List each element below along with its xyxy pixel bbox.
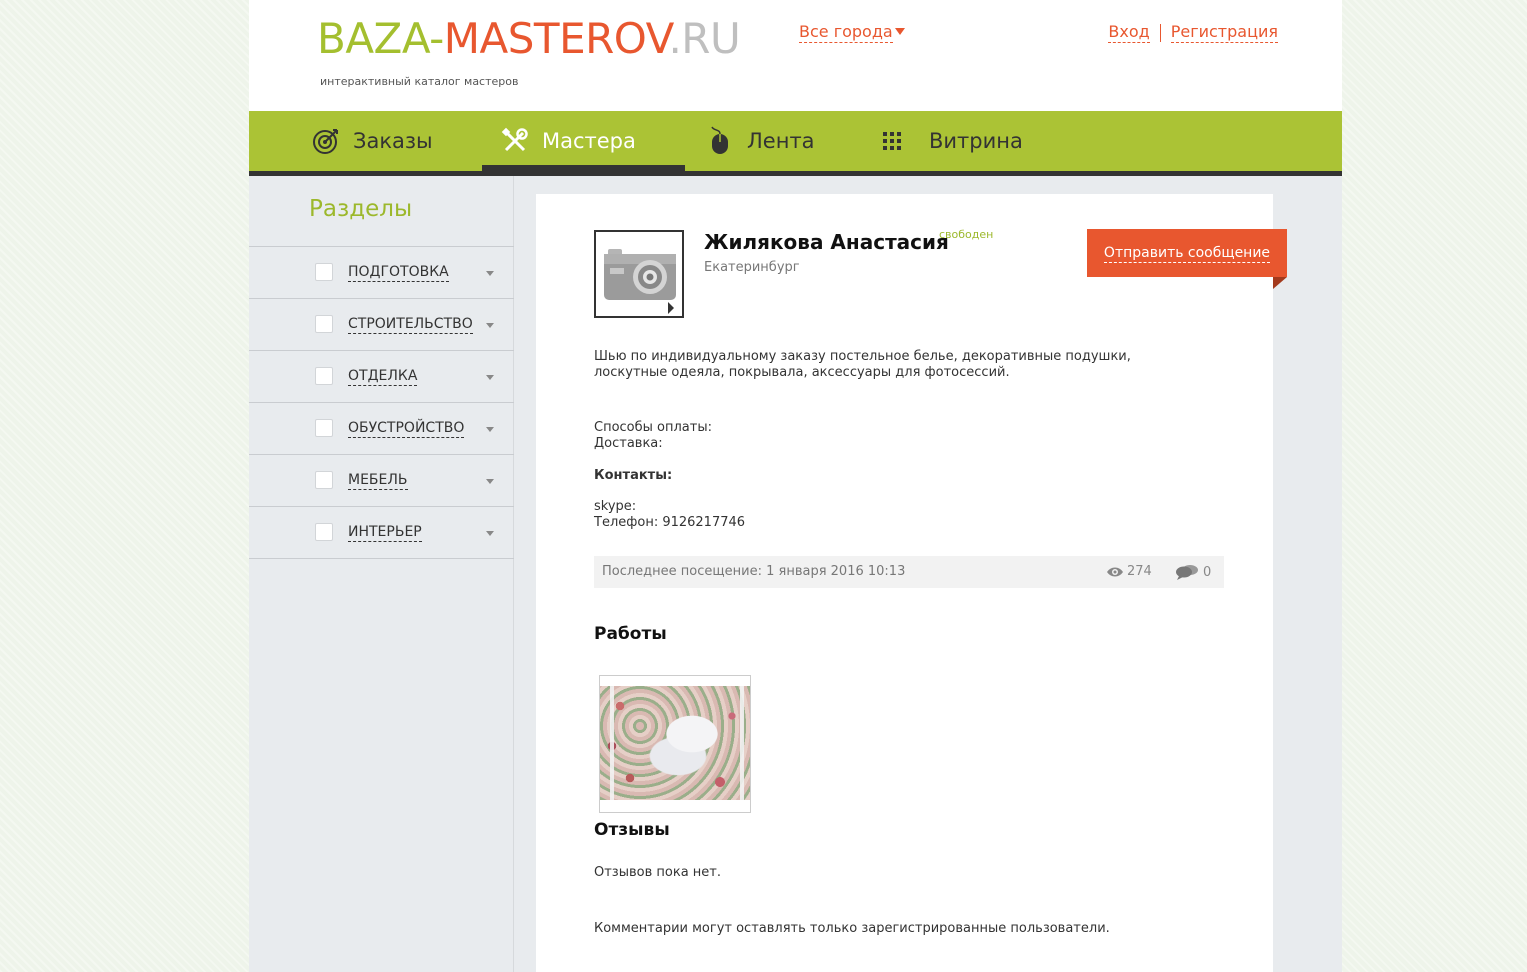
section-checkbox[interactable]	[315, 263, 333, 281]
reviews-empty-text: Отзывов пока нет.	[594, 865, 721, 880]
works-heading: Работы	[594, 624, 667, 644]
avatar	[594, 230, 684, 318]
section-label[interactable]: СТРОИТЕЛЬСТВО	[348, 315, 473, 334]
chevron-down-icon[interactable]	[486, 531, 494, 536]
section-item[interactable]: ОБУСТРОЙСТВО	[249, 403, 514, 455]
phone-contact: Телефон: 9126217746	[594, 515, 746, 530]
send-message-button[interactable]: Отправить сообщение	[1087, 229, 1287, 277]
sidebar-title: Разделы	[309, 196, 413, 222]
site-tagline: интерактивный каталог мастеров	[320, 75, 519, 88]
nav-item-label: Мастера	[542, 129, 636, 153]
contacts-heading: Контакты:	[594, 468, 673, 483]
chevron-down-icon[interactable]	[486, 479, 494, 484]
reviews-heading: Отзывы	[594, 820, 670, 840]
last-visit: Последнее посещение: 1 января 2016 10:13	[602, 564, 906, 579]
city-selector[interactable]: Все города	[799, 22, 893, 43]
page-wrapper: BAZA-MASTEROV.RU интерактивный каталог м…	[249, 0, 1342, 972]
master-city: Екатеринбург	[704, 260, 800, 275]
section-item[interactable]: ПОДГОТОВКА	[249, 247, 514, 299]
views-count: 274	[1127, 564, 1152, 579]
nav-item-orders[interactable]: Заказы	[249, 111, 482, 171]
section-checkbox[interactable]	[315, 419, 333, 437]
section-item[interactable]: СТРОИТЕЛЬСТВО	[249, 299, 514, 351]
chevron-down-icon[interactable]	[486, 271, 494, 276]
auth-divider	[1159, 23, 1161, 42]
section-label[interactable]: МЕБЕЛЬ	[348, 471, 408, 490]
nav-item-masters[interactable]: Мастера	[482, 111, 685, 171]
payment-methods: Способы оплаты:	[594, 420, 712, 435]
site-header: BAZA-MASTEROV.RU интерактивный каталог м…	[249, 0, 1342, 111]
work-thumbnail[interactable]	[599, 675, 751, 813]
section-checkbox[interactable]	[315, 523, 333, 541]
chevron-down-icon[interactable]	[486, 375, 494, 380]
profile-meta-bar: Последнее посещение: 1 января 2016 10:13…	[594, 556, 1224, 588]
section-item[interactable]: ОТДЕЛКА	[249, 351, 514, 403]
section-list: ПОДГОТОВКА СТРОИТЕЛЬСТВО ОТДЕЛКА ОБУСТРО…	[249, 246, 514, 559]
section-label[interactable]: ИНТЕРЬЕР	[348, 523, 422, 542]
site-logo[interactable]: BAZA-MASTEROV.RU	[317, 14, 741, 63]
section-item[interactable]: ИНТЕРЬЕР	[249, 507, 514, 559]
send-message-label: Отправить сообщение	[1103, 244, 1271, 263]
nav-item-label: Витрина	[929, 129, 1023, 153]
comments-note: Комментарии могут оставлять только зарег…	[594, 921, 1110, 936]
nav-item-feed[interactable]: Лента	[685, 111, 861, 171]
sections-sidebar: Разделы ПОДГОТОВКА СТРОИТЕЛЬСТВО ОТДЕЛКА…	[249, 176, 514, 972]
master-name: Жилякова Анастасия	[704, 230, 949, 254]
section-label[interactable]: ОБУСТРОЙСТВО	[348, 419, 465, 438]
auth-links: Вход Регистрация	[1108, 22, 1278, 43]
register-link[interactable]: Регистрация	[1170, 22, 1278, 43]
grid-icon	[877, 126, 907, 156]
logo-part-ru: .RU	[668, 14, 741, 63]
main-nav: Заказы Мастера Лента Витрина	[249, 111, 1342, 176]
eye-icon	[1107, 567, 1123, 576]
corner-fold-inner	[666, 300, 682, 316]
views-counter: 274	[1106, 564, 1152, 579]
comments-count: 0	[1203, 564, 1212, 580]
work-photo	[600, 686, 750, 800]
section-label[interactable]: ПОДГОТОВКА	[348, 263, 449, 282]
crib-rail	[740, 686, 744, 800]
tools-icon	[500, 126, 530, 156]
delivery: Доставка:	[594, 436, 663, 451]
comments-icon	[1176, 565, 1198, 580]
section-checkbox[interactable]	[315, 315, 333, 333]
nav-item-label: Заказы	[353, 129, 433, 153]
mouse-icon	[705, 126, 735, 156]
button-ribbon-fold	[1273, 277, 1287, 289]
master-profile-card: Жилякова Анастасия свободен Екатеринбург…	[536, 194, 1287, 972]
section-item[interactable]: МЕБЕЛЬ	[249, 455, 514, 507]
section-checkbox[interactable]	[315, 471, 333, 489]
chevron-down-icon[interactable]	[895, 28, 905, 35]
chevron-down-icon[interactable]	[486, 323, 494, 328]
nav-item-label: Лента	[747, 129, 815, 153]
section-label[interactable]: ОТДЕЛКА	[348, 367, 418, 386]
login-link[interactable]: Вход	[1108, 22, 1150, 43]
chevron-down-icon[interactable]	[486, 427, 494, 432]
skype-contact: skype:	[594, 499, 637, 514]
logo-part-baza: BAZA-	[317, 14, 444, 63]
status-badge: свободен	[939, 228, 994, 241]
master-description: Шью по индивидуальному заказу постельное…	[594, 349, 1131, 380]
section-checkbox[interactable]	[315, 367, 333, 385]
comments-counter[interactable]: 0	[1175, 564, 1211, 580]
crib-rail	[610, 686, 614, 800]
target-icon	[311, 126, 341, 156]
logo-part-masterov: MASTEROV	[443, 14, 669, 63]
nav-item-showcase[interactable]: Витрина	[861, 111, 1061, 171]
